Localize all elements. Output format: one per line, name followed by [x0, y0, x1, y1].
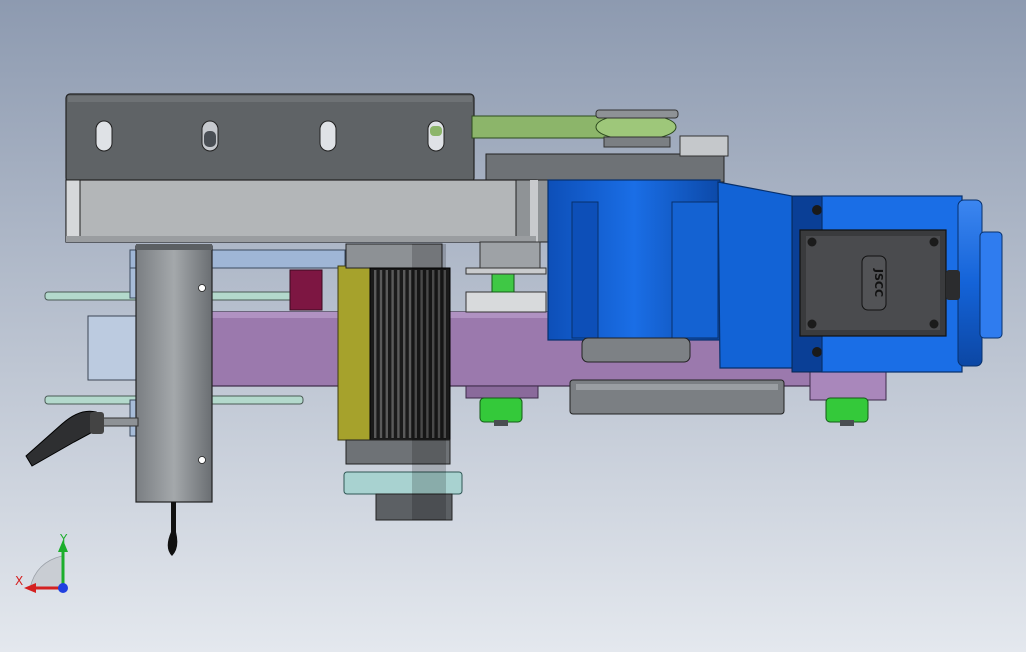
support-block: [65, 179, 551, 243]
roller-fin: [408, 270, 412, 438]
motor-brand-label: JSCC: [872, 268, 885, 297]
assembly-drawing: JSCC Y X: [0, 0, 1026, 652]
roller-fin: [397, 270, 400, 438]
roller-fin: [374, 270, 377, 438]
x-axis-label: X: [15, 574, 23, 588]
bracket-tab: [679, 135, 729, 157]
gear-motor: JSCC: [547, 179, 1003, 373]
maroon-spacer: [289, 269, 323, 311]
top-slotted-plate: [65, 93, 475, 183]
roller-fin: [391, 270, 394, 438]
roller-fin: [385, 270, 388, 438]
drive-roller: [337, 243, 463, 521]
roller-fin: [403, 270, 406, 438]
roller-fin: [379, 270, 383, 438]
cad-viewport[interactable]: JSCC Y X: [0, 0, 1026, 652]
z-axis-dot: [58, 583, 68, 593]
y-axis-label: Y: [59, 532, 68, 546]
rear-bracket: [485, 153, 725, 183]
